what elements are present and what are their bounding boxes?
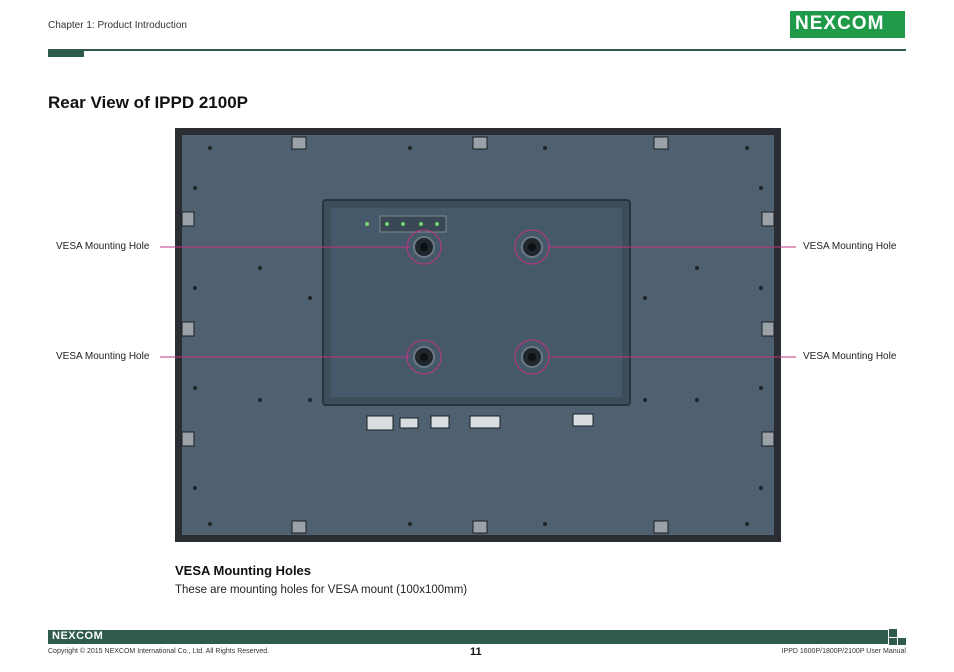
callout-lines [160, 246, 796, 358]
footer-logo: NEXCOM [52, 630, 104, 642]
callout-bottom-right: VESA Mounting Hole [803, 351, 897, 362]
page-number: 11 [470, 646, 482, 658]
footer-bar [48, 630, 888, 644]
callout-top-right: VESA Mounting Hole [803, 241, 897, 252]
section-body: These are mounting holes for VESA mount … [175, 584, 468, 596]
copyright-text: Copyright © 2015 NEXCOM International Co… [48, 648, 270, 655]
footer-corner-squares [889, 629, 906, 645]
callout-top-left: VESA Mounting Hole [56, 241, 150, 252]
manual-title: IPPD 1600P/1800P/2100P User Manual [781, 648, 906, 655]
section-heading: VESA Mounting Holes [175, 563, 312, 578]
callout-bottom-left: VESA Mounting Hole [56, 351, 150, 362]
